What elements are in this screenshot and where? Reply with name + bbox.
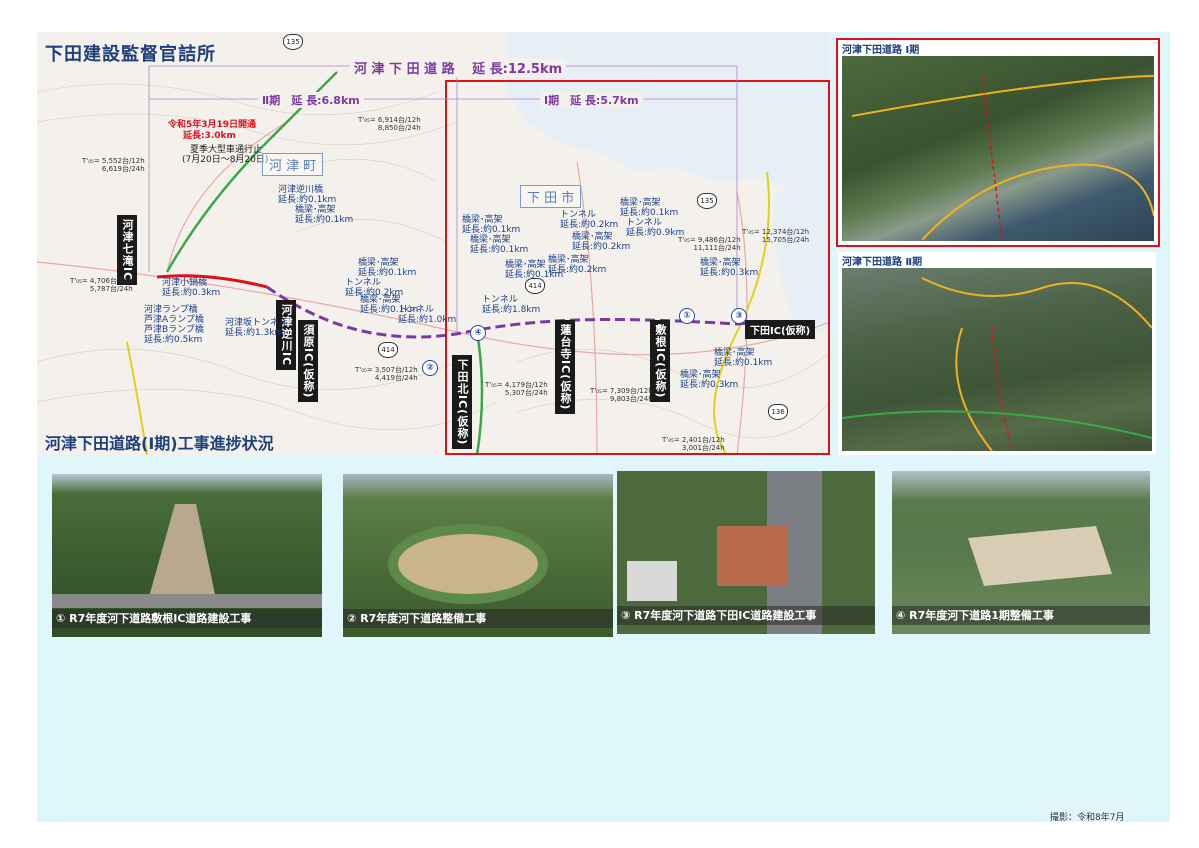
- ic-shimoda-kita: 下田北IC(仮称): [452, 355, 472, 450]
- traffic-count: T'₀₅= 4,179台/12h 5,307台/24h: [485, 381, 548, 397]
- structure-label: トンネル 延長:約1.0km: [398, 305, 457, 325]
- structure-label: 橋梁･高架 延長:約0.1km: [470, 235, 529, 255]
- structure-label: 橋梁･高架 延長:約0.1km: [295, 205, 354, 225]
- aerial-phase2: 河津下田道路 Ⅱ期: [838, 252, 1156, 455]
- structure-label: 河津小鍋橋 延長:約0.3km: [162, 278, 221, 298]
- total-length-label: 河 津 下 田 道 路 延 長:12.5km: [350, 58, 567, 77]
- structure-label: トンネル 延長:約0.2km: [560, 210, 619, 230]
- ic-kawazu-nanadaru: 河津七滝IC: [117, 215, 137, 286]
- structure-label: トンネル 延長:約1.8km: [482, 295, 541, 315]
- traffic-count: T'₀₅= 12,374台/12h 15,705台/24h: [742, 228, 810, 244]
- aerial-phase1: 河津下田道路 Ⅰ期: [836, 38, 1160, 247]
- opening-date: 令和5年3月19日開通: [168, 120, 257, 130]
- detour-period: (7月20日～8月20日): [182, 155, 269, 165]
- ic-shimoda: 下田IC(仮称): [745, 320, 816, 339]
- detour-note: 夏季大型車通行止: [190, 145, 263, 155]
- route-135-east: 135: [697, 193, 717, 209]
- section-title: 河津下田道路(Ⅰ期)工事進捗状況: [45, 434, 274, 453]
- structure-label: 橋梁･高架 延長:約0.2km: [548, 255, 607, 275]
- structure-label: 橋梁･高架 延長:約0.1km: [620, 198, 679, 218]
- traffic-count: T'₀₅= 7,309台/12h 9,803台/24h: [590, 387, 653, 403]
- phase2-length-label: Ⅱ期 延 長:6.8km: [258, 92, 364, 108]
- structure-label: 橋梁･高架 延長:約0.1km: [462, 215, 521, 235]
- aerial-phase2-title: 河津下田道路 Ⅱ期: [842, 257, 923, 268]
- shimoda-city-label: 下 田 市: [520, 185, 582, 208]
- traffic-count: T'₀₅= 3,507台/12h 4,419台/24h: [355, 366, 418, 382]
- route-414-east: 414: [525, 278, 545, 294]
- structure-label: 橋梁･高架 延長:約0.2km: [572, 232, 631, 252]
- photo-1-caption: ① R7年度河下道路敷根IC道路建設工事: [52, 609, 322, 628]
- kawazu-town-label: 河 津 町: [262, 153, 324, 176]
- structure-label: トンネル 延長:約0.9km: [626, 218, 685, 238]
- photo-4-caption: ④ R7年度河下道路1期整備工事: [892, 606, 1150, 625]
- structure-label: 河津坂トンネル 延長:約1.3km: [225, 318, 288, 338]
- aerial-phase1-title: 河津下田道路 Ⅰ期: [842, 45, 920, 56]
- marker-1: ①: [679, 308, 695, 324]
- structure-label: 橋梁･高架 延長:約0.1km: [714, 348, 773, 368]
- marker-2: ②: [422, 360, 438, 376]
- photo-4: ④ R7年度河下道路1期整備工事: [892, 471, 1150, 634]
- photo-3: ③ R7年度河下道路下田IC道路建設工事: [617, 471, 875, 634]
- route-414-west: 414: [378, 342, 398, 358]
- photo-credit: 撮影：令和8年7月: [1050, 813, 1125, 823]
- ic-suhara: 須原IC(仮称): [298, 320, 318, 403]
- opening-length: 延長:3.0km: [183, 131, 236, 141]
- structure-label: 橋梁･高架 延長:約0.3km: [680, 370, 739, 390]
- traffic-count: T'₀₅= 2,401台/12h 3,001台/24h: [662, 436, 725, 452]
- traffic-count: T'₀₅= 6,914台/12h 8,850台/24h: [358, 116, 421, 132]
- photo-1: ① R7年度河下道路敷根IC道路建設工事: [52, 474, 322, 637]
- route-135-north: 135: [283, 34, 303, 50]
- phase1-length-label: Ⅰ期 延 長:5.7km: [540, 92, 643, 108]
- ic-shikine: 敷根IC(仮称): [650, 320, 670, 403]
- photo-2-caption: ② R7年度河下道路整備工事: [343, 609, 613, 628]
- marker-4: ④: [470, 325, 486, 341]
- route-136: 136: [768, 404, 788, 420]
- traffic-count: T'₀₅= 5,552台/12h 6,619台/24h: [82, 157, 145, 173]
- structure-label: 橋梁･高架 延長:約0.3km: [700, 258, 759, 278]
- traffic-count: T'₀₅= 4,706台/12h 5,787台/24h: [70, 277, 133, 293]
- photo-3-caption: ③ R7年度河下道路下田IC道路建設工事: [617, 606, 875, 625]
- aerial-phase2-photo: [841, 268, 1153, 452]
- photo-2: ② R7年度河下道路整備工事: [343, 474, 613, 637]
- aerial-phase1-photo: [842, 56, 1155, 241]
- marker-3: ③: [731, 308, 747, 324]
- structure-label: 河津逆川橋 延長:約0.1km: [278, 185, 337, 205]
- organization-title: 下田建設監督官詰所: [45, 44, 216, 65]
- traffic-count: T'₀₅= 9,486台/12h 11,111台/24h: [678, 236, 741, 252]
- ic-rendaiji: 蓮台寺IC(仮称): [555, 320, 575, 415]
- structure-label: 橋梁･高架 延長:約0.1km: [358, 258, 417, 278]
- structure-label: 河津ランプ橋 芦津Aランプ橋 芦津Bランプ橋 延長:約0.5km: [144, 305, 204, 345]
